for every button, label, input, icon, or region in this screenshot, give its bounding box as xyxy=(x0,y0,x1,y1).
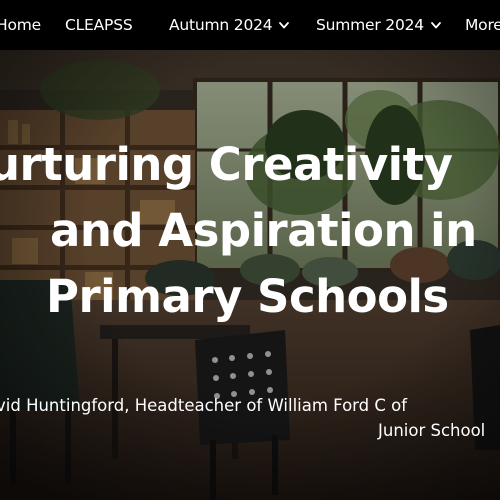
hero-title-line: and Aspiration in xyxy=(50,204,477,257)
nav-item-autumn-2024[interactable]: Autumn 2024 xyxy=(169,0,290,50)
hero-title-line: Primary Schools xyxy=(46,270,449,323)
top-nav-bar: Home CLEAPSS Autumn 2024 Summer 2024 Mor… xyxy=(0,0,500,50)
hero-banner: urturing Creativity and Aspiration in Pr… xyxy=(0,50,500,500)
nav-item-label: Autumn 2024 xyxy=(169,16,273,34)
hero-byline-line: Junior School xyxy=(378,421,486,440)
nav-item-label: Home xyxy=(0,16,41,34)
hero-title-line: urturing Creativity xyxy=(0,138,453,191)
nav-item-home[interactable]: Home xyxy=(0,0,41,50)
page: Home CLEAPSS Autumn 2024 Summer 2024 Mor… xyxy=(0,0,500,500)
chevron-down-icon xyxy=(431,22,441,29)
nav-item-label: More xyxy=(465,16,500,34)
nav-item-label: Summer 2024 xyxy=(316,16,424,34)
nav-item-label: CLEAPSS xyxy=(65,16,133,34)
hero-byline: vid Huntingford, Headteacher of William … xyxy=(0,393,500,443)
nav-item-cleapss[interactable]: CLEAPSS xyxy=(65,0,133,50)
chevron-down-icon xyxy=(279,22,290,29)
hero-title: urturing Creativity and Aspiration in Pr… xyxy=(0,132,500,330)
nav-item-more[interactable]: More xyxy=(465,0,500,50)
hero-byline-line: vid Huntingford, Headteacher of William … xyxy=(0,396,408,415)
nav-item-summer-2024[interactable]: Summer 2024 xyxy=(316,0,442,50)
